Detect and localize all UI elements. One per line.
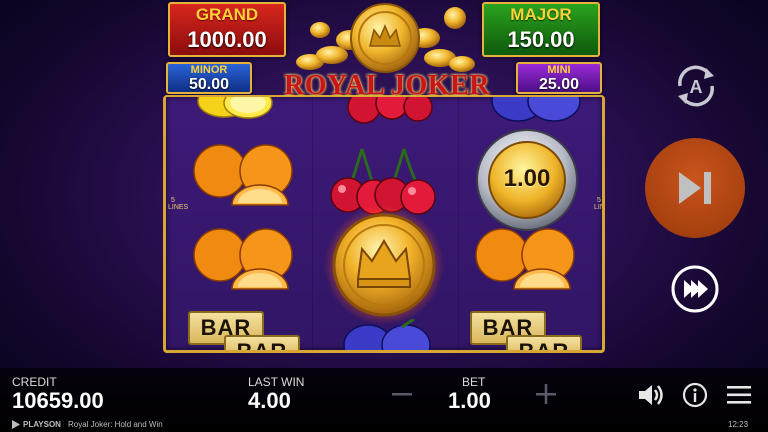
- coin-pile-icon: [296, 3, 475, 73]
- credit-value: 10659.00: [12, 388, 104, 413]
- clock: 12:23: [728, 420, 749, 429]
- mini-jackpot-label: MINI: [547, 64, 571, 76]
- playson-logo-icon: [12, 420, 20, 429]
- game-title: Royal Joker: Hold and Win: [68, 420, 163, 429]
- autoplay-icon[interactable]: A: [670, 60, 722, 112]
- plum-icon: [343, 319, 431, 350]
- orange-icon: [193, 144, 293, 206]
- crown-coin-icon: [324, 205, 444, 325]
- major-jackpot-value: 150.00: [507, 27, 575, 52]
- grand-jackpot-label: GRAND: [195, 5, 259, 24]
- last-win-label: LAST WIN: [248, 375, 305, 389]
- major-jackpot: MAJOR 150.00: [482, 2, 600, 57]
- info-icon[interactable]: [682, 382, 708, 408]
- minor-jackpot-value: 50.00: [188, 76, 230, 93]
- bar-icon: BAR: [506, 335, 582, 350]
- bet-increase-button[interactable]: [534, 382, 558, 406]
- bar-icon: BAR: [224, 335, 300, 350]
- grand-jackpot: GRAND 1000.00: [168, 2, 286, 57]
- major-jackpot-label: MAJOR: [510, 5, 572, 24]
- credit-label: CREDIT: [12, 375, 57, 389]
- mini-jackpot: MINI 25.00: [516, 62, 602, 94]
- sound-icon[interactable]: [636, 382, 666, 408]
- svg-text:A: A: [690, 77, 703, 97]
- spin-button[interactable]: [645, 138, 745, 238]
- bet-decrease-button[interactable]: [390, 382, 414, 406]
- mini-jackpot-value: 25.00: [538, 76, 580, 93]
- menu-icon[interactable]: [726, 384, 752, 406]
- last-win-value: 4.00: [248, 388, 291, 413]
- coin-value: 1.00: [503, 165, 551, 192]
- game-logo: ROYAL JOKER: [284, 70, 490, 101]
- minor-jackpot-label: MINOR: [190, 64, 228, 76]
- bet-label: BET: [462, 375, 486, 389]
- minor-jackpot: MINOR 50.00: [166, 62, 252, 94]
- reel-frame: BAR BAR 1.00 BAR BAR 5 LINES 5 LIN: [163, 95, 605, 353]
- lines-label-right: 5 LINES: [594, 197, 605, 211]
- grand-jackpot-value: 1000.00: [187, 27, 267, 52]
- lines-label-left: 5 LINES: [168, 197, 189, 211]
- reel-divider: [312, 97, 313, 350]
- game-stage: GRAND 1000.00 MAJOR 150.00 MINOR 50.00 M…: [0, 0, 768, 432]
- brand-name: PLAYSON: [23, 420, 61, 429]
- reel-divider: [458, 97, 459, 350]
- turbo-icon[interactable]: [670, 264, 720, 314]
- spin-icon: [679, 172, 711, 204]
- lemon-icon: [197, 97, 273, 119]
- orange-icon: [193, 228, 293, 290]
- bet-value: 1.00: [448, 388, 491, 413]
- orange-icon: [475, 228, 575, 290]
